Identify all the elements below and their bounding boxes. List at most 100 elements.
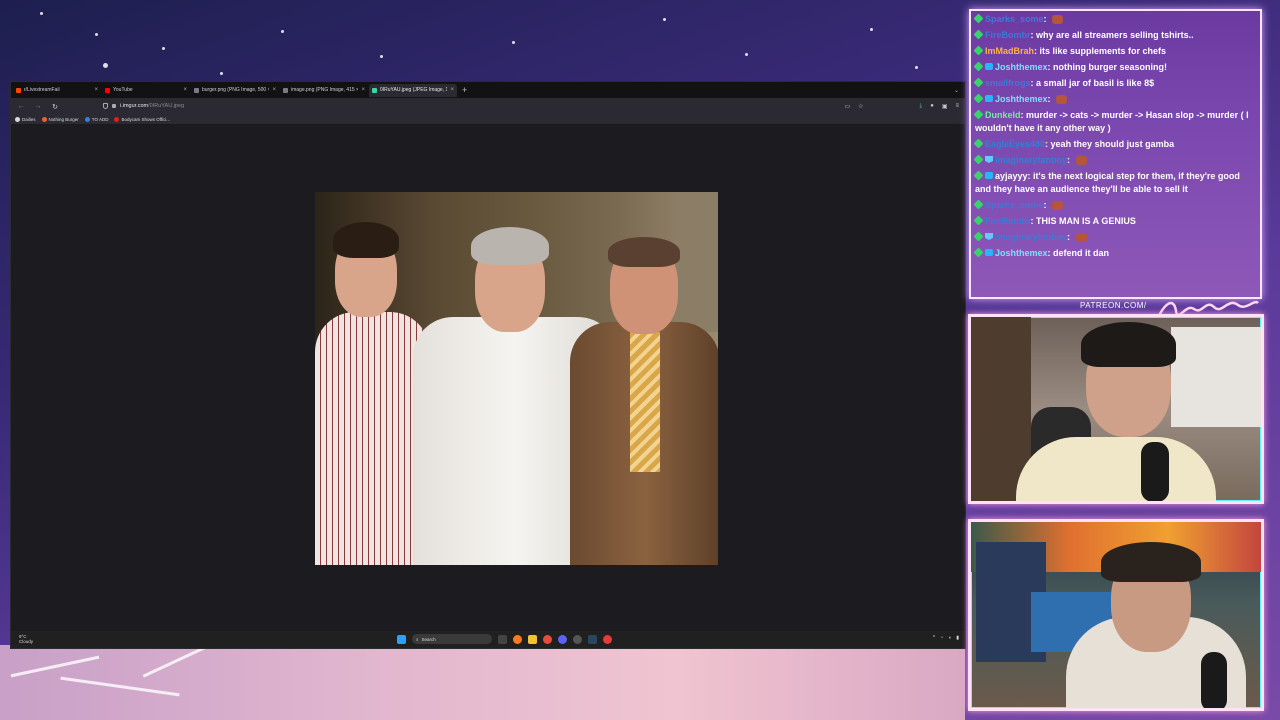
- taskbar-search-label: Search: [421, 636, 436, 642]
- browser-tab[interactable]: 0IRuYAU.jpeg (JPEG Image, 161 ×: [369, 83, 457, 97]
- chat-vip-badge-icon: [985, 95, 993, 102]
- url-path: /0IRuYAU.jpeg: [148, 103, 185, 109]
- chat-username[interactable]: smallfrogs: [985, 78, 1031, 88]
- bookmark-item[interactable]: Nothing Burger: [41, 117, 79, 122]
- bookmark-label: Dailies: [22, 117, 36, 122]
- tab-favicon-icon: [194, 87, 199, 93]
- task-view-icon[interactable]: [498, 634, 507, 644]
- chat-username[interactable]: imaginaryfanboy: [995, 155, 1067, 165]
- reload-button[interactable]: ↻: [51, 103, 59, 111]
- chrome-icon[interactable]: [543, 634, 552, 644]
- windows-taskbar: 9°C Cloudy ⌕ Search ^ ◔ ◖ ▮: [11, 631, 965, 648]
- chat-message: Joshthemex:: [973, 93, 1256, 106]
- bookmark-label: TO ADD: [91, 117, 109, 122]
- chat-emote-icon: [1075, 156, 1087, 166]
- chat-badge-icon: [973, 61, 984, 72]
- new-tab-button[interactable]: +: [462, 85, 467, 95]
- taskbar-search[interactable]: ⌕ Search: [412, 634, 492, 644]
- download-icon[interactable]: ⤓: [920, 103, 923, 110]
- bookmark-item[interactable]: TO ADD: [84, 117, 109, 122]
- discord-icon[interactable]: [558, 634, 567, 644]
- bookmark-label: Bodycam Shows Offici...: [121, 117, 171, 122]
- chat-badge-icon: [973, 199, 984, 210]
- tab-close-icon[interactable]: ×: [272, 87, 276, 93]
- tab-list-menu[interactable]: ⌄: [954, 87, 959, 94]
- displayed-photo[interactable]: [315, 192, 718, 565]
- chat-vip-badge-icon: [985, 156, 993, 163]
- chat-message: ayjayyy: it's the next logical step for …: [973, 170, 1240, 194]
- url-host: i.imgur.com: [120, 103, 149, 109]
- tray-overflow-icon[interactable]: ^: [933, 635, 935, 641]
- tab-close-icon[interactable]: ×: [183, 87, 187, 93]
- address-bar[interactable]: i.imgur.com/0IRuYAU.jpeg: [103, 100, 873, 112]
- forward-button[interactable]: →: [34, 103, 42, 110]
- image-viewport: [11, 125, 965, 631]
- chat-vip-badge-icon: [985, 249, 993, 256]
- weather-widget[interactable]: 9°C Cloudy: [19, 634, 33, 644]
- tab-close-icon[interactable]: ×: [94, 87, 98, 93]
- chat-username[interactable]: Dunkeld: [985, 110, 1021, 120]
- chat-username[interactable]: FireBombr: [985, 216, 1031, 226]
- bookmark-item[interactable]: Dailies: [15, 117, 36, 122]
- chat-text: its like supplements for chefs: [1039, 46, 1167, 56]
- steam-icon[interactable]: [588, 634, 597, 644]
- bookmark-item[interactable]: Bodycam Shows Offici...: [114, 117, 170, 122]
- chat-badge-icon: [973, 231, 984, 242]
- chat-text: THIS MAN IS A GENIUS: [1036, 216, 1136, 226]
- volume-icon[interactable]: ◖: [948, 635, 951, 641]
- tracking-shield-icon[interactable]: [103, 103, 108, 109]
- chat-badge-icon: [973, 170, 984, 181]
- chat-badge-icon: [973, 93, 984, 104]
- chat-badge-icon: [973, 138, 984, 149]
- lock-icon[interactable]: [112, 104, 116, 108]
- tab-bar: r/LivestreamFail × YouTube × burger.png (PNG…: [11, 82, 965, 98]
- chat-username[interactable]: FireBombr: [985, 30, 1031, 40]
- obs-icon[interactable]: [573, 634, 582, 644]
- folder-icon[interactable]: [528, 634, 537, 644]
- chat-username[interactable]: Joshthemex: [995, 94, 1048, 104]
- browser-tab[interactable]: burger.png (PNG Image, 500 × 500 pi×: [191, 84, 279, 97]
- menu-icon[interactable]: ≡: [955, 103, 959, 110]
- chat-badge-icon: [973, 77, 984, 88]
- chat-message: Joshthemex: nothing burger seasoning!: [973, 61, 1256, 74]
- battery-icon[interactable]: ▮: [956, 635, 959, 641]
- chat-username[interactable]: Joshthemex: [995, 248, 1048, 258]
- browser-tab[interactable]: r/LivestreamFail ×: [13, 84, 101, 97]
- firefox-icon[interactable]: [513, 634, 522, 644]
- browser-tab[interactable]: YouTube ×: [102, 84, 190, 97]
- tab-label: YouTube: [113, 87, 133, 93]
- chat-message: Joshthemex: defend it dan: [973, 247, 1256, 260]
- chat-username[interactable]: ImMadBrah: [985, 46, 1034, 56]
- stream-chat: Sparks_some: FireBombr: why are all stre…: [969, 9, 1262, 299]
- browser-tab[interactable]: image.png (PNG Image, 415 × 177 pi×: [280, 84, 368, 97]
- app-icon[interactable]: [603, 634, 612, 644]
- tab-close-icon[interactable]: ×: [361, 87, 365, 93]
- back-button[interactable]: ←: [17, 103, 25, 110]
- chat-message: smallfrogs: a small jar of basil is like…: [973, 77, 1256, 90]
- chat-text: a small jar of basil is like 8$: [1036, 78, 1155, 88]
- network-icon[interactable]: ◔: [940, 635, 943, 641]
- bookmark-label: Nothing Burger: [48, 117, 79, 122]
- tab-label: burger.png (PNG Image, 500 × 500 pi: [202, 87, 270, 93]
- webcam-streamer-2: [968, 519, 1264, 711]
- bookmark-icon: [41, 117, 47, 122]
- chat-username[interactable]: EagleEyes480: [985, 139, 1045, 149]
- account-icon[interactable]: ▣: [942, 103, 948, 110]
- chat-message: FireBombr: why are all streamers selling…: [973, 29, 1256, 42]
- chat-message: Sparks_some:: [973, 199, 1256, 212]
- chat-vip-badge-icon: [985, 233, 993, 240]
- chat-message: imaginaryfanboy:: [973, 154, 1256, 167]
- tab-close-icon[interactable]: ×: [450, 87, 454, 93]
- chat-username[interactable]: ayjayyy: [995, 171, 1028, 181]
- extensions-icon[interactable]: ●: [930, 103, 934, 110]
- chat-username[interactable]: Sparks_some: [985, 14, 1044, 24]
- search-icon: ⌕: [416, 636, 419, 642]
- chat-username[interactable]: imaginaryfanboy: [995, 232, 1067, 242]
- chat-username[interactable]: Joshthemex: [995, 62, 1048, 72]
- windows-start-icon[interactable]: [397, 634, 406, 644]
- chat-username[interactable]: Sparks_some: [985, 200, 1044, 210]
- chat-vip-badge-icon: [985, 63, 993, 70]
- tab-label: 0IRuYAU.jpeg (JPEG Image, 161: [380, 87, 448, 93]
- tab-favicon-icon: [105, 87, 110, 93]
- chat-text: why are all streamers selling tshirts..: [1036, 30, 1194, 40]
